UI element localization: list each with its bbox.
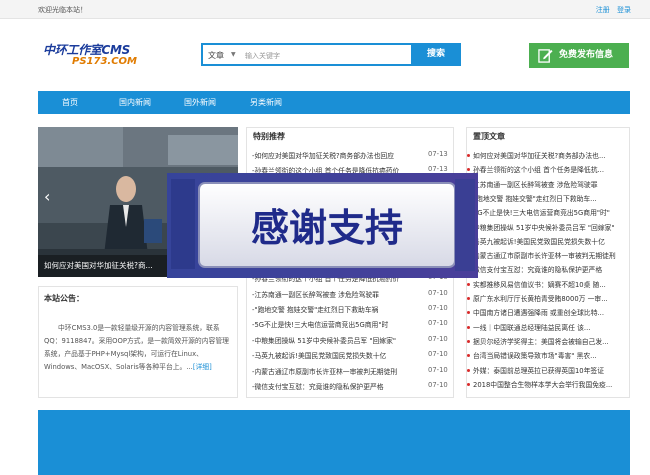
publish-button[interactable]: 免费发布信息 xyxy=(529,43,629,68)
bullet-icon xyxy=(467,325,470,329)
publish-label: 免费发布信息 xyxy=(559,50,614,60)
featured-item[interactable]: -中粮集团操纵 51岁中央候补委员吕军 "回嫁家" xyxy=(252,335,420,347)
featured-title: 特别推荐 xyxy=(253,132,285,141)
footer-band xyxy=(38,410,630,475)
register-link[interactable]: 注册 xyxy=(596,6,610,14)
featured-item-date: 07-10 xyxy=(428,334,448,343)
nav-item-home[interactable]: 首页 xyxy=(62,97,78,108)
top-article-item[interactable]: 孙春兰领衔的这个小组 首个任务是降低抗... xyxy=(473,164,628,176)
top-article-item[interactable]: 微信支付宝互怼：究竟谁的隐私保护更严格 xyxy=(473,264,628,276)
featured-item-date: 07-10 xyxy=(428,288,448,297)
search-button[interactable]: 搜索 xyxy=(411,43,461,66)
featured-item-date: 07-10 xyxy=(428,319,448,328)
main-nav: 首页 国内新闻 国外新闻 另类新闻 xyxy=(38,91,630,114)
featured-item[interactable]: -如何应对美国对华加征关税?商务部办法也回应 xyxy=(252,150,420,162)
account-links: 注册 登录 xyxy=(591,5,631,15)
notice-more-link[interactable]: [详细] xyxy=(193,363,212,371)
nav-item-domestic-news[interactable]: 国内新闻 xyxy=(119,97,151,108)
search-input[interactable] xyxy=(245,47,411,64)
chevron-down-icon[interactable]: ▼ xyxy=(231,51,236,58)
top-bar: 欢迎光临本站！ 注册 登录 xyxy=(0,0,650,19)
bullet-icon xyxy=(467,282,470,286)
chevron-left-icon[interactable]: ‹ xyxy=(44,187,50,206)
featured-item-date: 07-10 xyxy=(428,365,448,374)
featured-item[interactable]: -"跑地交警 抱娃交警"走红烈日下救助车祸 xyxy=(252,304,420,316)
top-article-item[interactable]: 中粮集团操纵 51岁中央候补委员吕军 "回嫁家" xyxy=(473,222,628,234)
nav-item-alternative-news[interactable]: 另类新闻 xyxy=(250,97,282,108)
top-article-item[interactable]: 外媒：泰国前总理英拉已获得英国10年签证 xyxy=(473,365,628,377)
top-article-item[interactable]: 中国南方诸日遭遇强降雨 或重创全球比特... xyxy=(473,307,628,319)
login-link[interactable]: 登录 xyxy=(617,6,631,14)
notice-body: 中环CMS3.0是一款轻量级开源的内容管理系统，联系QQ：9118847。采用O… xyxy=(38,322,233,374)
edit-icon xyxy=(538,49,553,63)
top-articles-title: 置顶文章 xyxy=(473,132,505,141)
notice-title: 本站公告： xyxy=(44,294,84,303)
top-article-item[interactable]: "跑地交警 抱娃交警"走红烈日下救助车... xyxy=(473,193,628,205)
top-article-item[interactable]: 2018中国整合生物样本学大会举行我国免疫... xyxy=(473,379,628,391)
site-header: 中环工作室CMS PS173.COM 文章 ▼ 搜索 免费发布信息 xyxy=(0,19,650,91)
top-article-item[interactable]: 原广东水利厅厅长黄柏青受贿8000万 一审... xyxy=(473,293,628,305)
logo-en-text[interactable]: PS173.COM xyxy=(72,56,137,67)
top-article-item[interactable]: 5G不止是快!三大电信运营商竞出5G商用"时" xyxy=(473,207,628,219)
bullet-icon xyxy=(467,154,470,157)
bullet-icon xyxy=(467,382,470,386)
bullet-icon xyxy=(467,297,470,300)
thanks-text: 感谢支持 xyxy=(251,205,403,250)
top-article-item[interactable]: 台湾当局错误政策导致市场"毒害" 黑农... xyxy=(473,350,628,362)
top-article-item[interactable]: 一线｜中国联通总经理陆益民离任 该... xyxy=(473,322,628,334)
featured-item-date: 07-10 xyxy=(428,381,448,389)
welcome-text: 欢迎光临本站！ xyxy=(38,6,87,14)
featured-item[interactable]: -5G不止是快!三大电信运营商竞出5G商用"时 xyxy=(252,319,420,331)
thanks-banner: 感谢支持 xyxy=(167,173,478,278)
featured-item-date: 07-13 xyxy=(428,150,448,158)
featured-item[interactable]: -江苏南通一副区长醉驾被查 涉危险驾驶罪 xyxy=(252,289,420,301)
bullet-icon xyxy=(467,368,470,372)
search-category-select[interactable]: 文章 xyxy=(208,50,224,61)
featured-item[interactable]: -微信支付宝互怼：究竟谁的隐私保护更严格 xyxy=(252,381,420,393)
top-article-item[interactable]: 如何应对美国对华加征关税?商务部办法也... xyxy=(473,150,628,162)
top-article-item[interactable]: 马英九被起诉!美国民党致国民党损失数十亿 xyxy=(473,236,628,248)
top-article-item[interactable]: 实都推移风易信值议书：嫡赛不超10桌 随... xyxy=(473,279,628,291)
featured-item-date: 07-10 xyxy=(428,350,448,359)
featured-item[interactable]: -马英九被起诉!美国民党致国民党损失数十亿 xyxy=(252,350,420,362)
top-article-item[interactable]: 内蒙古通辽市原副市长许亚林一审被判无期徒刑 xyxy=(473,250,628,262)
nav-item-foreign-news[interactable]: 国外新闻 xyxy=(184,97,216,108)
featured-item-date: 07-10 xyxy=(428,304,448,312)
bullet-icon xyxy=(467,339,470,343)
featured-item[interactable]: -内蒙古通辽市原副市长许亚林一审被判无期徒刑 xyxy=(252,366,420,378)
search-bar: 文章 ▼ 搜索 xyxy=(201,43,461,66)
top-article-item[interactable]: 据贝尔经济学奖得主：美国将会被输自己发... xyxy=(473,336,628,348)
top-article-item[interactable]: 江苏南通一副区长醉驾被查 涉危险驾驶罪 xyxy=(473,179,628,191)
